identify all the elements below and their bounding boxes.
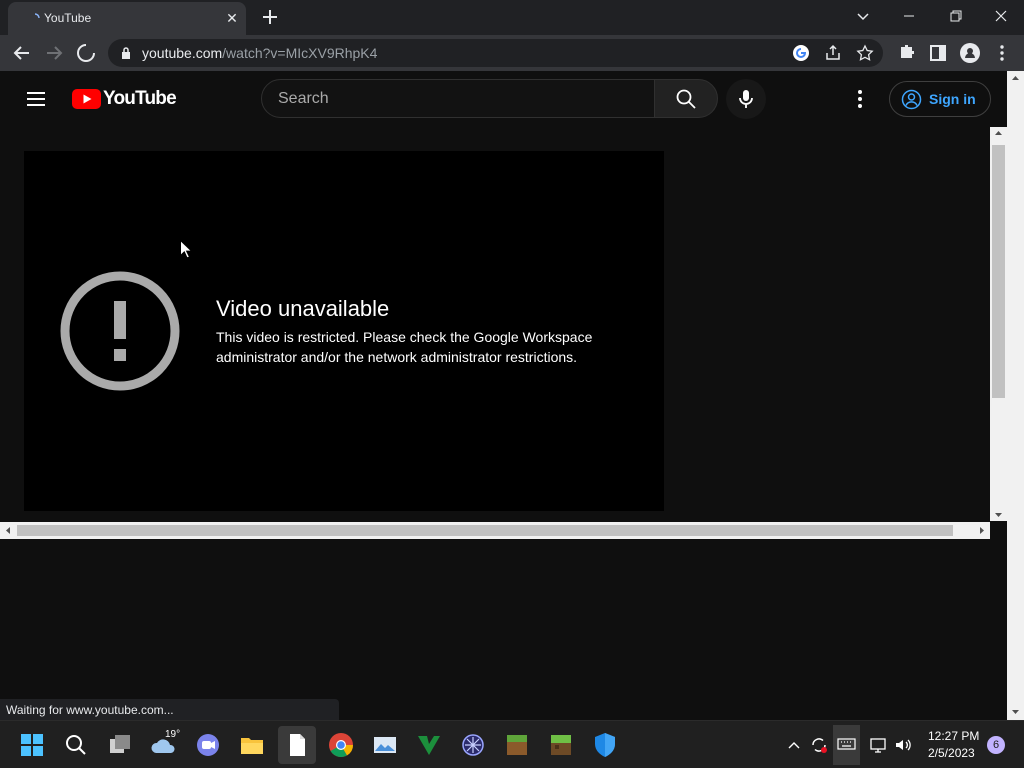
error-exclamation-icon <box>60 271 180 391</box>
tray-chevron-up-icon[interactable] <box>786 737 802 753</box>
search-button[interactable] <box>654 79 718 118</box>
tab-search-chevron-icon[interactable] <box>849 4 877 28</box>
youtube-logo-text: YouTube <box>103 88 177 109</box>
url-text[interactable]: youtube.com/watch?v=MIcXV9RhpK4 <box>142 45 377 61</box>
minecraft-icon[interactable] <box>547 731 575 759</box>
browser-menu-icon[interactable] <box>990 41 1014 65</box>
sync-icon[interactable] <box>809 735 829 755</box>
url-domain: youtube.com <box>142 45 223 61</box>
back-icon[interactable] <box>10 41 34 65</box>
chrome-icon[interactable] <box>327 731 355 759</box>
tab-title: YouTube <box>44 11 92 25</box>
profile-icon[interactable] <box>958 41 982 65</box>
sign-in-label: Sign in <box>929 91 976 107</box>
scroll-down-icon[interactable] <box>994 510 1003 519</box>
tab-close-icon[interactable]: ✕ <box>224 10 240 26</box>
tab-youtube[interactable]: YouTube ✕ <box>8 2 246 35</box>
browser-toolbar: youtube.com/watch?v=MIcXV9RhpK4 <box>0 35 1024 71</box>
network-icon[interactable] <box>869 735 889 755</box>
windows-start-icon[interactable] <box>18 731 46 759</box>
horizontal-scroll-thumb[interactable] <box>17 525 953 536</box>
search-input[interactable] <box>278 80 648 117</box>
notification-badge[interactable]: 6 <box>987 736 1005 754</box>
file-explorer-icon[interactable] <box>238 731 266 759</box>
minecraft-launcher-icon[interactable] <box>503 731 531 759</box>
tab-strip: YouTube ✕ <box>0 0 1024 35</box>
window-scroll-up-icon[interactable] <box>1011 74 1020 83</box>
error-title: Video unavailable <box>216 296 390 321</box>
lock-icon[interactable] <box>120 46 132 60</box>
taskbar-search-icon[interactable] <box>62 731 90 759</box>
video-player[interactable]: Video unavailable This video is restrict… <box>24 151 664 511</box>
youtube-header: YouTube Sign in <box>0 71 1007 127</box>
scroll-left-icon[interactable] <box>4 526 13 535</box>
vim-icon[interactable] <box>415 731 443 759</box>
search-icon <box>676 89 696 109</box>
window-vertical-scrollbar[interactable] <box>1007 71 1024 720</box>
horizontal-scrollbar[interactable] <box>0 522 990 539</box>
volume-icon[interactable] <box>893 735 913 755</box>
hamburger-menu-icon[interactable] <box>24 87 48 111</box>
microphone-icon <box>739 90 753 108</box>
voice-search-button[interactable] <box>726 79 766 119</box>
page-vertical-scrollbar[interactable] <box>990 127 1007 521</box>
loading-icon <box>34 13 40 19</box>
scroll-up-icon[interactable] <box>994 129 1003 138</box>
youtube-logo[interactable]: YouTube <box>72 87 177 111</box>
url-path: /watch?v=MIcXV9RhpK4 <box>222 45 378 61</box>
windows-taskbar: 19° 12:27 PM 2/5/2023 6 <box>0 720 1024 768</box>
clock-time[interactable]: 12:27 PM <box>928 729 979 743</box>
spider-app-icon[interactable] <box>459 731 487 759</box>
keyboard-icon[interactable] <box>837 736 856 752</box>
notepad-icon[interactable] <box>283 731 311 759</box>
bookmark-star-icon[interactable] <box>856 44 874 62</box>
mouse-cursor-icon <box>180 240 192 259</box>
photos-icon[interactable] <box>371 731 399 759</box>
vertical-scroll-thumb[interactable] <box>992 145 1005 398</box>
minimize-icon[interactable] <box>895 4 923 28</box>
share-icon[interactable] <box>824 44 842 62</box>
more-options-icon[interactable] <box>848 87 872 111</box>
side-panel-icon[interactable] <box>926 41 950 65</box>
new-tab-icon[interactable] <box>260 7 280 27</box>
restore-icon[interactable] <box>941 4 969 28</box>
extensions-icon[interactable] <box>894 41 918 65</box>
error-message: This video is restricted. Please check t… <box>216 329 593 365</box>
loading-spinner-icon[interactable] <box>74 41 98 65</box>
windows-security-icon[interactable] <box>591 731 619 759</box>
search-box[interactable] <box>261 79 655 118</box>
sign-in-button[interactable]: Sign in <box>889 81 991 117</box>
window-scroll-down-icon[interactable] <box>1011 707 1020 716</box>
youtube-play-icon <box>72 89 101 109</box>
clock-date[interactable]: 2/5/2023 <box>928 746 975 760</box>
teams-chat-icon[interactable] <box>194 731 222 759</box>
task-view-icon[interactable] <box>106 731 134 759</box>
page-viewport: YouTube Sign in Video unavailable This v… <box>0 71 1007 521</box>
address-bar[interactable]: youtube.com/watch?v=MIcXV9RhpK4 <box>108 39 883 67</box>
status-bar: Waiting for www.youtube.com... <box>0 699 339 720</box>
weather-temperature: 19° <box>165 729 181 740</box>
page-blank-area <box>0 539 1007 720</box>
google-icon[interactable] <box>792 44 810 62</box>
forward-icon[interactable] <box>42 41 66 65</box>
close-window-icon[interactable] <box>987 4 1015 28</box>
scroll-right-icon[interactable] <box>977 526 986 535</box>
account-circle-icon <box>901 89 922 110</box>
